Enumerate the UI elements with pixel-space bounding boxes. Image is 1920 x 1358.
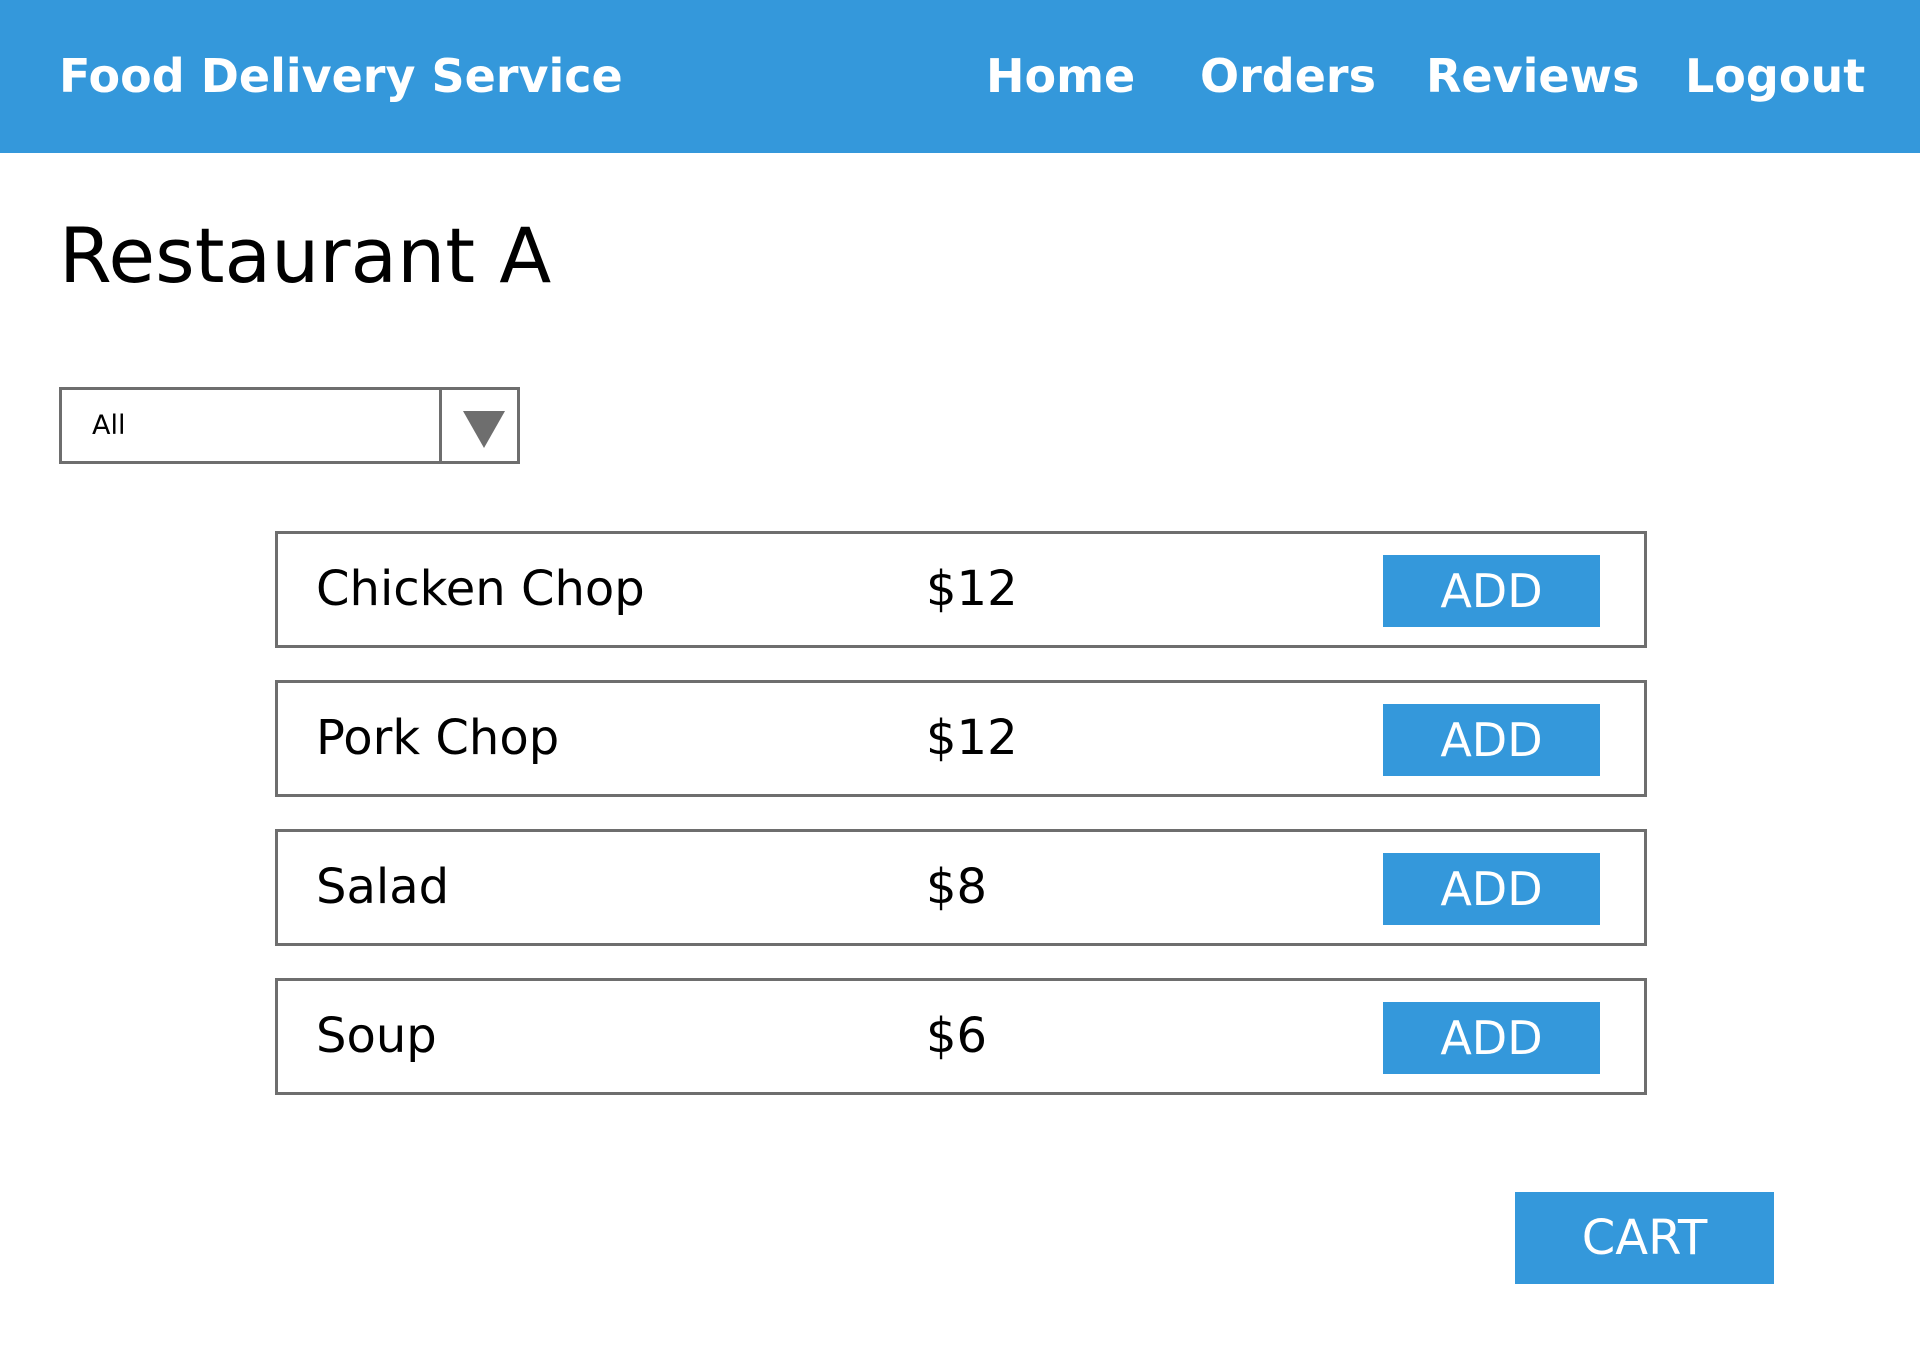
nav-reviews-link[interactable]: Reviews: [1426, 0, 1639, 153]
menu-item-price: $8: [926, 859, 988, 915]
menu-item-price: $12: [926, 561, 1018, 617]
add-to-cart-button[interactable]: ADD: [1383, 704, 1600, 776]
page-title: Restaurant A: [59, 211, 552, 300]
menu-item-name: Salad: [316, 859, 450, 915]
category-filter-value: All: [92, 410, 126, 441]
menu-item-name: Pork Chop: [316, 710, 560, 766]
menu-item-row: Salad $8 ADD: [275, 829, 1647, 946]
nav-home-link[interactable]: Home: [986, 0, 1135, 153]
add-to-cart-button[interactable]: ADD: [1383, 853, 1600, 925]
menu-item-name: Soup: [316, 1008, 437, 1064]
menu-item-name: Chicken Chop: [316, 561, 645, 617]
cart-button[interactable]: CART: [1515, 1192, 1774, 1284]
dropdown-divider: [439, 390, 442, 461]
add-to-cart-button[interactable]: ADD: [1383, 555, 1600, 627]
nav-logout-link[interactable]: Logout: [1685, 0, 1865, 153]
menu-item-price: $6: [926, 1008, 988, 1064]
menu-item-row: Chicken Chop $12 ADD: [275, 531, 1647, 648]
brand-title: Food Delivery Service: [59, 49, 623, 103]
top-nav-bar: Food Delivery Service Home Orders Review…: [0, 0, 1920, 153]
menu-item-row: Pork Chop $12 ADD: [275, 680, 1647, 797]
nav-orders-link[interactable]: Orders: [1200, 0, 1376, 153]
menu-item-row: Soup $6 ADD: [275, 978, 1647, 1095]
chevron-down-icon[interactable]: [463, 411, 505, 448]
category-filter-dropdown[interactable]: All: [59, 387, 520, 464]
menu-item-price: $12: [926, 710, 1018, 766]
add-to-cart-button[interactable]: ADD: [1383, 1002, 1600, 1074]
